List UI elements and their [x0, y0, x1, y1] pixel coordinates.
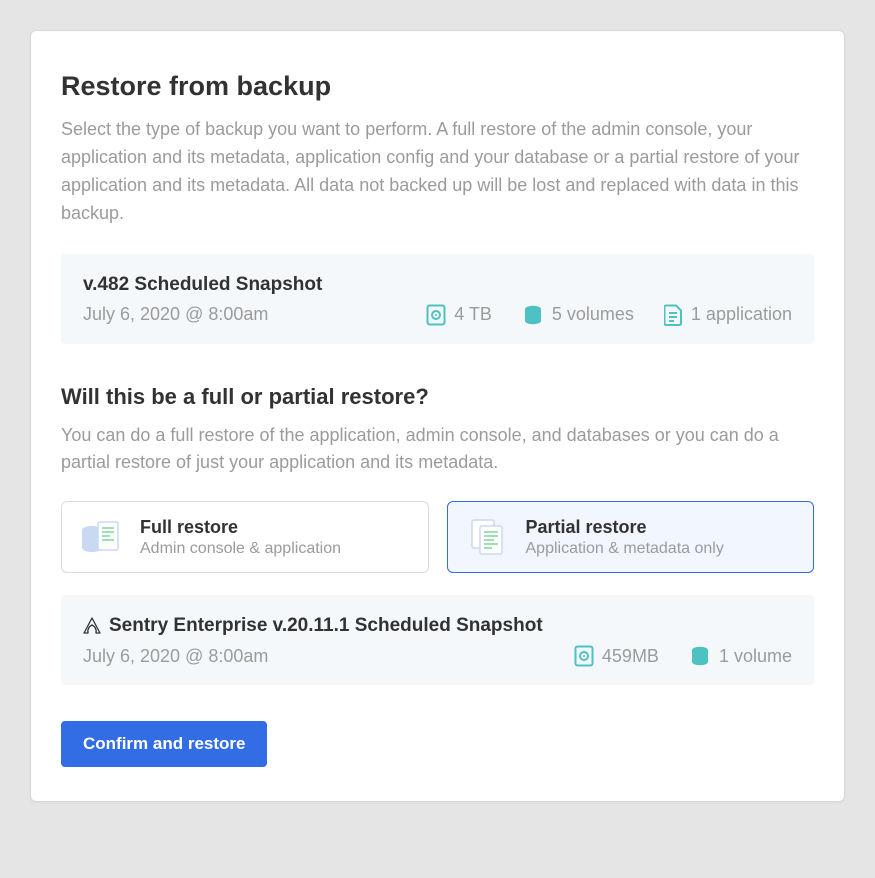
partial-restore-icon: [466, 516, 510, 558]
restore-dialog: Restore from backup Select the type of b…: [30, 30, 845, 802]
page-title: Restore from backup: [61, 71, 814, 102]
secondary-snapshot-size-value: 459MB: [602, 646, 659, 667]
snapshot-title: v.482 Scheduled Snapshot: [83, 274, 792, 296]
partial-restore-title: Partial restore: [526, 517, 724, 538]
secondary-snapshot-title: Sentry Enterprise v.20.11.1 Scheduled Sn…: [109, 615, 543, 637]
partial-restore-text: Partial restore Application & metadata o…: [526, 517, 724, 558]
restore-type-options: Full restore Admin console & application…: [61, 501, 814, 573]
secondary-snapshot-volumes-value: 1 volume: [719, 646, 792, 667]
snapshot-details-row: July 6, 2020 @ 8:00am 4 TB 5 volumes 1 a…: [83, 304, 792, 326]
full-restore-icon: [80, 516, 124, 558]
secondary-snapshot-details-row: July 6, 2020 @ 8:00am 459MB 1 volume: [83, 645, 792, 667]
snapshot-volumes-value: 5 volumes: [552, 304, 634, 325]
primary-snapshot-card: v.482 Scheduled Snapshot July 6, 2020 @ …: [61, 254, 814, 344]
secondary-snapshot-card: Sentry Enterprise v.20.11.1 Scheduled Sn…: [61, 595, 814, 685]
secondary-snapshot-date: July 6, 2020 @ 8:00am: [83, 646, 544, 667]
disk-icon: [426, 304, 446, 326]
confirm-restore-button[interactable]: Confirm and restore: [61, 721, 267, 767]
disk-icon: [574, 645, 594, 667]
restore-type-description: You can do a full restore of the applica…: [61, 422, 814, 478]
sentry-icon: [83, 617, 101, 635]
snapshot-volumes-stat: 5 volumes: [522, 304, 634, 326]
full-restore-option[interactable]: Full restore Admin console & application: [61, 501, 429, 573]
secondary-snapshot-volumes-stat: 1 volume: [689, 645, 792, 667]
snapshot-size-stat: 4 TB: [426, 304, 492, 326]
full-restore-text: Full restore Admin console & application: [140, 517, 341, 558]
secondary-snapshot-title-row: Sentry Enterprise v.20.11.1 Scheduled Sn…: [83, 615, 792, 637]
full-restore-subtitle: Admin console & application: [140, 540, 341, 558]
partial-restore-subtitle: Application & metadata only: [526, 540, 724, 558]
secondary-snapshot-size-stat: 459MB: [574, 645, 659, 667]
database-icon: [522, 304, 544, 326]
document-icon: [664, 304, 683, 326]
snapshot-apps-value: 1 application: [691, 304, 792, 325]
snapshot-apps-stat: 1 application: [664, 304, 792, 326]
full-restore-title: Full restore: [140, 517, 341, 538]
snapshot-size-value: 4 TB: [454, 304, 492, 325]
snapshot-date: July 6, 2020 @ 8:00am: [83, 304, 396, 325]
partial-restore-option[interactable]: Partial restore Application & metadata o…: [447, 501, 815, 573]
page-description: Select the type of backup you want to pe…: [61, 116, 801, 228]
restore-type-heading: Will this be a full or partial restore?: [61, 384, 814, 410]
database-icon: [689, 645, 711, 667]
